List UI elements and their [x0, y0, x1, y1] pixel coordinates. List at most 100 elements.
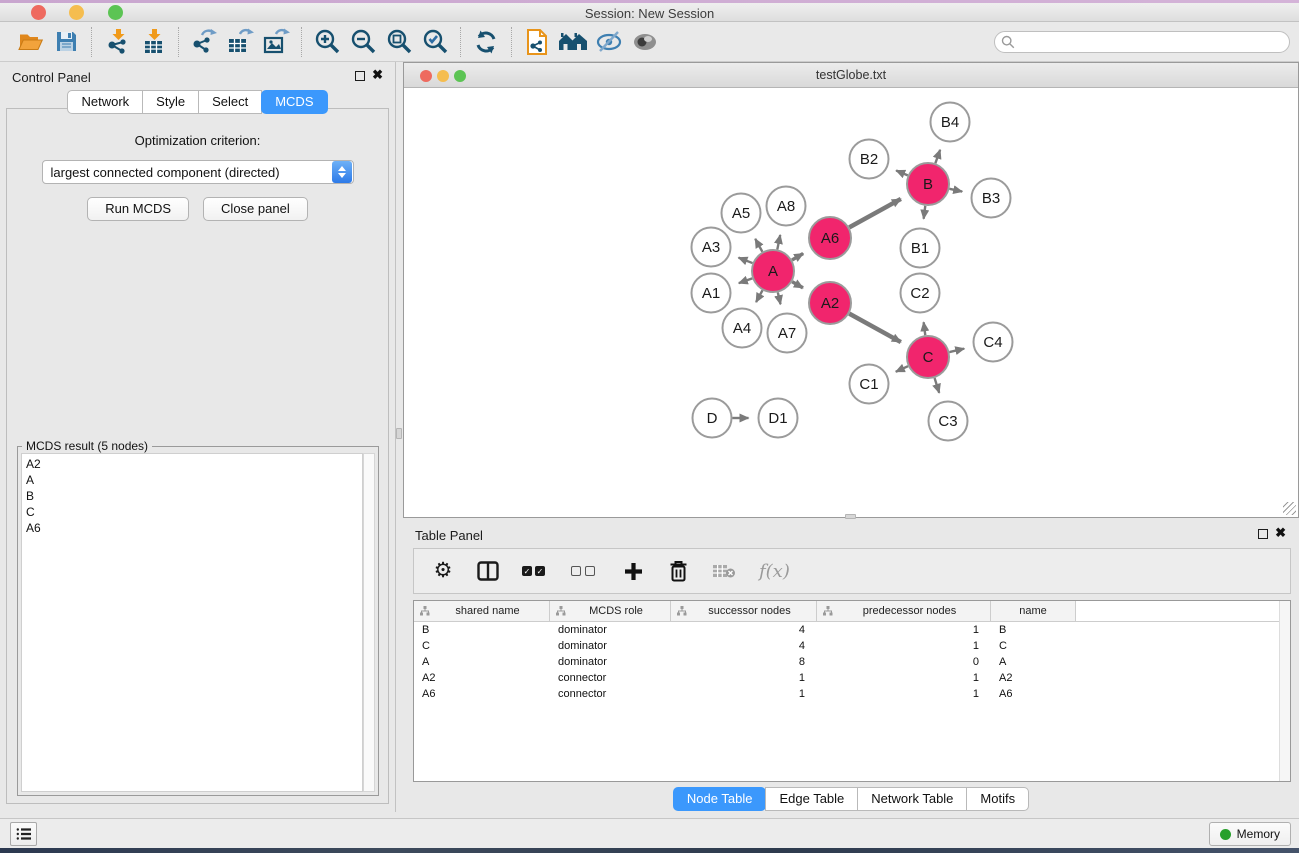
tab-network-table[interactable]: Network Table: [857, 787, 967, 811]
graph-node-A4[interactable]: A4: [723, 309, 762, 348]
open-session-button[interactable]: [12, 25, 48, 59]
close-panel-button[interactable]: Close panel: [203, 197, 308, 221]
column-header-predecessor-nodes[interactable]: predecessor nodes: [817, 601, 991, 621]
graph-edge-A2-C[interactable]: [849, 314, 901, 342]
graph-edge-B-B3[interactable]: [949, 189, 962, 192]
tab-motifs[interactable]: Motifs: [966, 787, 1029, 811]
zoom-out-button[interactable]: [345, 25, 381, 59]
graph-node-A[interactable]: A: [752, 250, 794, 292]
search-field[interactable]: [994, 31, 1290, 53]
window-resize-grip[interactable]: [1283, 502, 1296, 515]
network-graph[interactable]: A A1 A2 A3 A4 A5 A6 A7 A8 B B1 B2 B3B4 C C1 C2 C3 C4 D D1: [405, 89, 1299, 518]
graph-edge-A6-B[interactable]: [849, 199, 901, 227]
result-list-scrollbar[interactable]: [363, 453, 375, 792]
graph-node-A5[interactable]: A5: [722, 194, 761, 233]
zoom-selected-button[interactable]: [417, 25, 453, 59]
graph-edge-C-C4[interactable]: [949, 349, 964, 352]
graph-edge-A-A5[interactable]: [755, 239, 762, 252]
float-table-panel-icon[interactable]: [1258, 529, 1268, 539]
deselect-all-button[interactable]: [571, 556, 599, 586]
tab-network[interactable]: Network: [67, 90, 143, 114]
table-row[interactable]: Adominator80A: [414, 654, 1290, 670]
run-mcds-button[interactable]: Run MCDS: [87, 197, 189, 221]
graph-edge-A-A3[interactable]: [739, 258, 753, 263]
graph-node-D1[interactable]: D1: [759, 399, 798, 438]
table-scrollbar[interactable]: [1279, 601, 1290, 781]
graph-node-C1[interactable]: C1: [850, 365, 889, 404]
column-header-shared-name[interactable]: shared name: [414, 601, 550, 621]
tab-edge-table[interactable]: Edge Table: [765, 787, 858, 811]
import-table-button[interactable]: [135, 25, 171, 59]
table-row[interactable]: A2connector11A2: [414, 670, 1290, 686]
graph-node-A6[interactable]: A6: [809, 217, 851, 259]
hide-panels-button[interactable]: [591, 25, 627, 59]
graph-edge-C-C3[interactable]: [935, 378, 940, 393]
graph-edge-A-A1[interactable]: [739, 278, 752, 283]
graph-node-C[interactable]: C: [907, 336, 949, 378]
graph-node-B[interactable]: B: [907, 163, 949, 205]
create-column-button[interactable]: [622, 556, 644, 586]
graph-node-C4[interactable]: C4: [974, 323, 1013, 362]
graph-edge-C-C1[interactable]: [896, 366, 908, 372]
graph-node-C2[interactable]: C2: [901, 274, 940, 313]
select-all-button[interactable]: ✓✓: [522, 556, 548, 586]
export-network-button[interactable]: [186, 25, 222, 59]
float-panel-icon[interactable]: [355, 71, 365, 81]
show-columns-button[interactable]: [477, 556, 499, 586]
close-panel-icon[interactable]: ✖: [372, 67, 383, 83]
task-history-button[interactable]: [10, 822, 37, 846]
graph-edge-A-A8[interactable]: [777, 235, 780, 250]
column-header-name[interactable]: name: [991, 601, 1076, 621]
graph-node-A1[interactable]: A1: [692, 274, 731, 313]
tab-node-table[interactable]: Node Table: [673, 787, 767, 811]
delete-column-button[interactable]: [667, 556, 689, 586]
graph-node-B4[interactable]: B4: [931, 103, 970, 142]
column-header-successor-nodes[interactable]: successor nodes: [671, 601, 817, 621]
table-row[interactable]: A6connector11A6: [414, 686, 1290, 702]
search-input[interactable]: [1015, 35, 1265, 49]
close-table-panel-icon[interactable]: ✖: [1275, 525, 1286, 541]
save-session-button[interactable]: [48, 25, 84, 59]
tab-mcds[interactable]: MCDS: [261, 90, 327, 114]
graph-node-A8[interactable]: A8: [767, 187, 806, 226]
zoom-fit-button[interactable]: [381, 25, 417, 59]
graph-edge-C-C2[interactable]: [924, 322, 926, 335]
graph-node-B1[interactable]: B1: [901, 229, 940, 268]
graph-edge-A-A6[interactable]: [792, 254, 803, 260]
tab-select[interactable]: Select: [198, 90, 262, 114]
network-canvas[interactable]: A A1 A2 A3 A4 A5 A6 A7 A8 B B1 B2 B3B4 C C1 C2 C3 C4 D D1: [405, 89, 1297, 516]
zoom-in-button[interactable]: [309, 25, 345, 59]
table-row[interactable]: Bdominator41B: [414, 622, 1290, 638]
delete-table-button: [712, 556, 736, 586]
table-row[interactable]: Cdominator41C: [414, 638, 1290, 654]
export-table-button[interactable]: [222, 25, 258, 59]
show-eye-button[interactable]: [627, 25, 663, 59]
export-image-button[interactable]: [258, 25, 294, 59]
graph-node-A2[interactable]: A2: [809, 282, 851, 324]
criterion-dropdown[interactable]: largest connected component (directed): [42, 160, 354, 184]
table-options-button[interactable]: ⚙: [432, 556, 454, 586]
refresh-button[interactable]: [468, 25, 504, 59]
graph-edge-A-A2[interactable]: [792, 282, 803, 288]
mcds-result-list[interactable]: A2ABCA6: [21, 453, 363, 792]
graph-node-B3[interactable]: B3: [972, 179, 1011, 218]
split-divider-grip[interactable]: [396, 428, 402, 439]
graph-node-D[interactable]: D: [693, 399, 732, 438]
graph-edge-B-B2[interactable]: [896, 171, 908, 176]
graph-node-B2[interactable]: B2: [850, 140, 889, 179]
graph-edge-B-B4[interactable]: [935, 150, 940, 163]
graph-edge-A-A7[interactable]: [778, 292, 781, 304]
network-window-titlebar[interactable]: testGlobe.txt: [404, 63, 1298, 88]
graph-node-A7[interactable]: A7: [768, 314, 807, 353]
graph-edge-A-A4[interactable]: [756, 290, 762, 302]
import-network-button[interactable]: [99, 25, 135, 59]
graph-edge-B-B1[interactable]: [924, 206, 926, 219]
split-divider-grip[interactable]: [845, 514, 856, 519]
graph-node-C3[interactable]: C3: [929, 402, 968, 441]
graph-node-A3[interactable]: A3: [692, 228, 731, 267]
tab-style[interactable]: Style: [142, 90, 199, 114]
memory-button[interactable]: Memory: [1209, 822, 1291, 846]
home-button[interactable]: [555, 25, 591, 59]
column-header-mcds-role[interactable]: MCDS role: [550, 601, 671, 621]
network-from-file-button[interactable]: [519, 25, 555, 59]
